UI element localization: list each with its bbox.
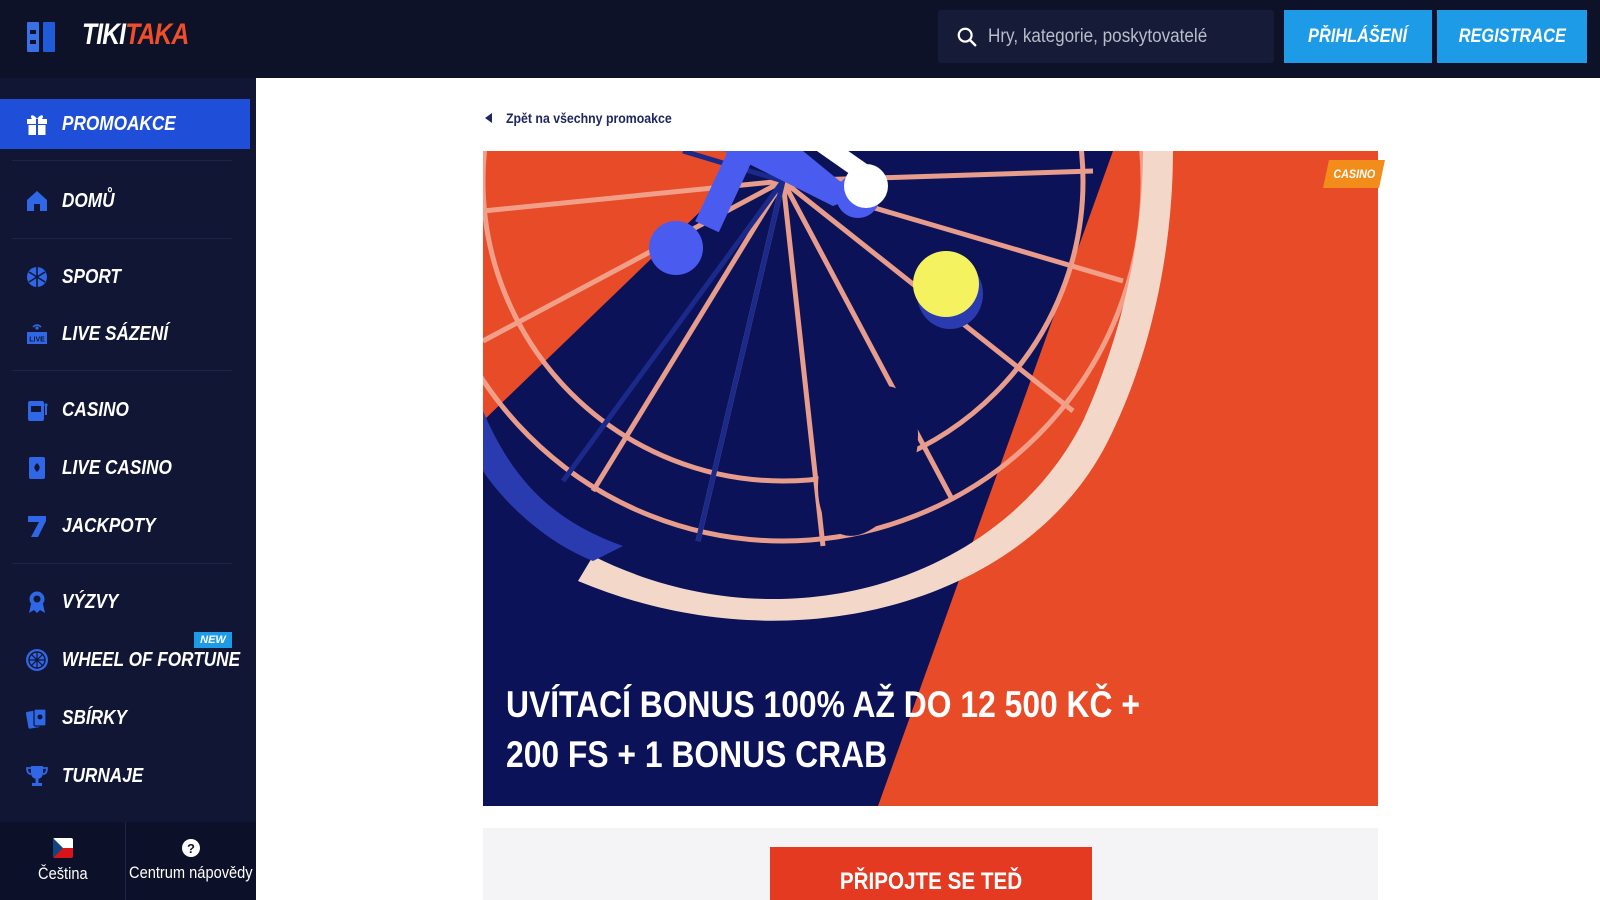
sidebar-item-label: SBÍRKY (62, 706, 127, 729)
sidebar-item-domu[interactable]: DOMŮ (0, 176, 250, 226)
sidebar-item-jackpoty[interactable]: JACKPOTY (0, 501, 250, 551)
divider (12, 238, 232, 239)
sidebar-item-label: SPORT (62, 265, 121, 288)
sidebar-item-sbirky[interactable]: SBÍRKY (0, 693, 250, 743)
sidebar-item-label: CASINO (62, 398, 129, 421)
sidebar-item-turnaje[interactable]: TURNAJE (0, 751, 250, 801)
sidebar-item-label: DOMŮ (62, 189, 115, 212)
sidebar-item-label: TURNAJE (62, 764, 144, 787)
register-button[interactable]: REGISTRACE (1437, 10, 1587, 63)
ball-icon (25, 265, 49, 289)
logo-part-tiki: TIKI (82, 18, 126, 51)
new-badge: NEW (194, 632, 232, 648)
language-label: Čeština (37, 864, 88, 883)
divider (12, 563, 232, 564)
top-bar: TIKITAKA PŘIHLÁŠENÍ REGISTRACE (0, 0, 1600, 78)
sidebar-item-live-sazeni[interactable]: LIVE LIVE SÁZENÍ (0, 309, 250, 359)
sidebar-item-label: LIVE SÁZENÍ (62, 322, 169, 345)
menu-toggle-icon[interactable] (27, 22, 55, 52)
back-arrow-icon (485, 113, 492, 123)
search-icon (957, 27, 977, 46)
sidebar-item-promoakce[interactable]: PROMOAKCE (0, 99, 250, 149)
sidebar-item-vyzvy[interactable]: VÝZVY (0, 577, 250, 627)
divider (12, 160, 232, 161)
card-icon (25, 456, 49, 480)
sidebar-item-label: JACKPOTY (62, 514, 156, 537)
casino-category-tag: CASINO (1323, 160, 1385, 188)
search-box[interactable] (938, 10, 1274, 63)
trophy-icon (25, 764, 49, 788)
promo-title: UVÍTACÍ BONUS 100% AŽ DO 12 500 KČ + 200… (506, 684, 1140, 775)
gift-icon (25, 112, 49, 136)
sidebar-item-casino[interactable]: CASINO (0, 385, 250, 435)
back-link-label: Zpět na všechny promoakce (506, 110, 672, 126)
wheel-icon (25, 648, 49, 672)
svg-text:LIVE: LIVE (29, 337, 45, 344)
logo-part-taka: TAKA (125, 18, 189, 51)
live-icon: LIVE (25, 322, 49, 346)
slot-machine-icon (25, 398, 49, 422)
language-selector[interactable]: Čeština (0, 822, 126, 900)
login-button[interactable]: PŘIHLÁŠENÍ (1284, 10, 1432, 63)
czech-flag-icon (52, 838, 73, 858)
join-now-button[interactable]: PŘIPOJTE SE TEĎ (770, 847, 1092, 900)
home-icon (25, 189, 49, 213)
sidebar-item-label: VÝZVY (62, 590, 119, 613)
help-icon: ? (182, 839, 200, 857)
help-label: Centrum nápovědy (129, 863, 253, 882)
sidebar-item-label: LIVE CASINO (62, 456, 172, 479)
logo[interactable]: TIKITAKA (82, 18, 189, 52)
help-center-link[interactable]: ? Centrum nápovědy (126, 822, 256, 900)
cards-icon (25, 706, 49, 730)
seven-icon (25, 514, 49, 538)
sidebar-item-label: WHEEL OF FORTUNE (62, 648, 241, 671)
badge-icon (25, 590, 49, 614)
sidebar-footer: Čeština ? Centrum nápovědy (0, 822, 256, 900)
back-to-promotions-link[interactable]: Zpět na všechny promoakce (485, 110, 694, 126)
search-input[interactable] (988, 25, 1240, 48)
sidebar-item-live-casino[interactable]: LIVE CASINO (0, 443, 250, 493)
sidebar-item-sport[interactable]: SPORT (0, 252, 250, 302)
sidebar-item-label: PROMOAKCE (62, 112, 176, 135)
divider (12, 370, 232, 371)
